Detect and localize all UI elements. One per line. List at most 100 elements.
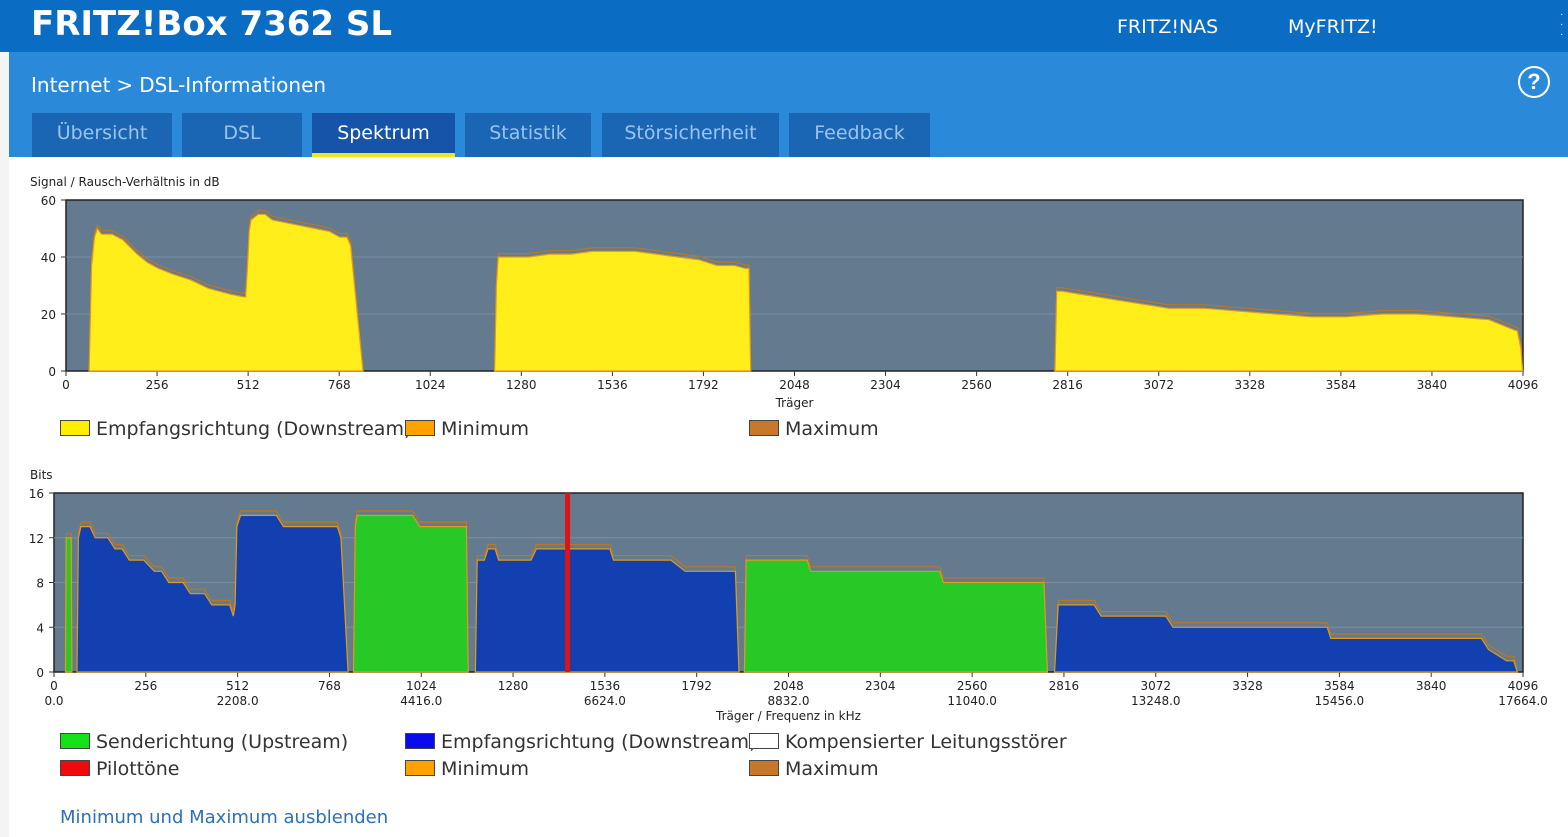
y-tick-label: 60 (41, 194, 56, 208)
legend-label: Kompensierter Leitungsstörer (785, 731, 1067, 753)
series-area (64, 537, 73, 673)
legend-label: Maximum (785, 758, 879, 780)
freq-tick-label: 11040.0 (947, 694, 997, 708)
tab-stoersicherheit[interactable]: Störsicherheit (602, 113, 779, 157)
legend-label: Empfangsrichtung (Downstream) (96, 418, 412, 440)
x-tick-label: 1280 (498, 679, 529, 693)
legend-swatch (749, 759, 779, 776)
x-tick-label: 1024 (406, 679, 437, 693)
x-tick-label: 3840 (1416, 679, 1447, 693)
freq-tick-label: 0.0 (44, 694, 63, 708)
x-tick-label: 1280 (506, 378, 537, 392)
pilot-tone-bar (565, 493, 571, 672)
x-tick-label: 512 (226, 679, 249, 693)
y-tick-label: 4 (36, 621, 44, 635)
x-tick-label: 3584 (1324, 679, 1355, 693)
freq-tick-label: 6624.0 (584, 694, 626, 708)
breadcrumb-separator: > (116, 73, 134, 97)
x-tick-label: 1792 (688, 378, 719, 392)
breadcrumb-dsl-informationen: DSL-Informationen (139, 73, 327, 97)
tab-dsl[interactable]: DSL (182, 113, 302, 157)
x-tick-label: 4096 (1508, 679, 1539, 693)
x-tick-label: 3328 (1232, 679, 1263, 693)
x-tick-label: 2048 (773, 679, 804, 693)
legend-swatch (405, 419, 435, 436)
toggle-min-max-link[interactable]: Minimum und Maximum ausblenden (60, 807, 388, 828)
legend-label: Minimum (441, 758, 530, 780)
legend-swatch (405, 732, 435, 749)
product-title: FRITZ!Box 7362 SL (31, 4, 393, 44)
legend-snr-maximum: Maximum (749, 418, 879, 440)
fritznas-link[interactable]: FRITZ!NAS (1117, 16, 1218, 38)
x-axis-title: Träger (775, 396, 814, 410)
x-tick-label: 0 (50, 679, 58, 693)
legend-bits-maximum: Maximum (749, 758, 879, 780)
x-tick-label: 3072 (1140, 679, 1171, 693)
y-tick-label: 12 (29, 532, 44, 546)
x-tick-label: 768 (318, 679, 341, 693)
freq-tick-label: 15456.0 (1315, 694, 1365, 708)
x-tick-label: 256 (134, 679, 157, 693)
legend-bits-minimum: Minimum (405, 758, 529, 780)
legend-bits-kompensiert: Kompensierter Leitungsstörer (749, 731, 1067, 753)
x-tick-label: 2560 (961, 378, 992, 392)
legend-label: Empfangsrichtung (Downstream) (441, 731, 757, 753)
x-tick-label: 1792 (681, 679, 712, 693)
y-tick-label: 0 (36, 666, 44, 680)
x-tick-label: 2560 (957, 679, 988, 693)
tab-spektrum[interactable]: Spektrum (312, 113, 455, 157)
x-tick-label: 2304 (865, 679, 896, 693)
bits-chart: 0 4 8 12 16 0 256 512 768 1024 1280 1536 1792 2048 230… (29, 468, 1548, 723)
legend-label: Minimum (441, 418, 530, 440)
sub-header: Internet > DSL-Informationen ? Übersicht D… (9, 52, 1568, 157)
tab-feedback[interactable]: Feedback (789, 113, 930, 157)
legend-swatch (749, 732, 779, 749)
legend-label: Maximum (785, 418, 879, 440)
y-tick-label: 0 (48, 365, 56, 379)
legend-swatch (405, 759, 435, 776)
x-tick-label: 3328 (1235, 378, 1266, 392)
x-axis-title: Träger / Frequenz in kHz (715, 709, 861, 723)
breadcrumb: Internet > DSL-Informationen (31, 73, 326, 97)
freq-tick-label: 13248.0 (1131, 694, 1181, 708)
legend-label: Senderichtung (Upstream) (96, 731, 349, 753)
series-area (352, 514, 469, 673)
breadcrumb-internet[interactable]: Internet (31, 73, 110, 97)
x-tick-label: 2816 (1049, 679, 1080, 693)
y-tick-label: 20 (41, 308, 56, 322)
x-tick-label: 2304 (870, 378, 901, 392)
y-axis-title: Signal / Rausch-Verhältnis in dB (30, 175, 220, 189)
series-area (493, 250, 752, 372)
freq-tick-label: 2208.0 (217, 694, 259, 708)
legend-swatch (60, 759, 90, 776)
x-tick-label: 3584 (1326, 378, 1357, 392)
y-tick-label: 8 (36, 577, 44, 591)
freq-tick-label: 4416.0 (400, 694, 442, 708)
x-tick-label: 768 (328, 378, 351, 392)
legend-snr-downstream: Empfangsrichtung (Downstream) (60, 418, 411, 440)
x-tick-label: 3072 (1143, 378, 1174, 392)
x-tick-label: 0 (62, 378, 70, 392)
menu-dots-icon[interactable]: · · · (1560, 10, 1566, 40)
y-tick-label: 40 (41, 251, 56, 265)
x-tick-label: 256 (146, 378, 169, 392)
x-tick-label: 1024 (415, 378, 446, 392)
freq-tick-label: 17664.0 (1498, 694, 1548, 708)
y-tick-label: 16 (29, 487, 44, 501)
myfritz-link[interactable]: MyFRITZ! (1288, 16, 1378, 38)
x-tick-label: 2816 (1052, 378, 1083, 392)
x-tick-label: 1536 (597, 378, 628, 392)
legend-bits-downstream: Empfangsrichtung (Downstream) (405, 731, 756, 753)
legend-swatch (749, 419, 779, 436)
legend-snr-minimum: Minimum (405, 418, 529, 440)
x-tick-label: 1536 (590, 679, 621, 693)
tab-statistik[interactable]: Statistik (465, 113, 591, 157)
help-icon[interactable]: ? (1518, 66, 1550, 98)
y-axis-title: Bits (30, 468, 53, 482)
x-tick-label: 512 (237, 378, 260, 392)
legend-swatch (60, 732, 90, 749)
legend-label: Pilottöne (96, 758, 180, 780)
tab-uebersicht[interactable]: Übersicht (32, 113, 172, 157)
x-tick-label: 2048 (779, 378, 810, 392)
freq-tick-label: 8832.0 (768, 694, 810, 708)
